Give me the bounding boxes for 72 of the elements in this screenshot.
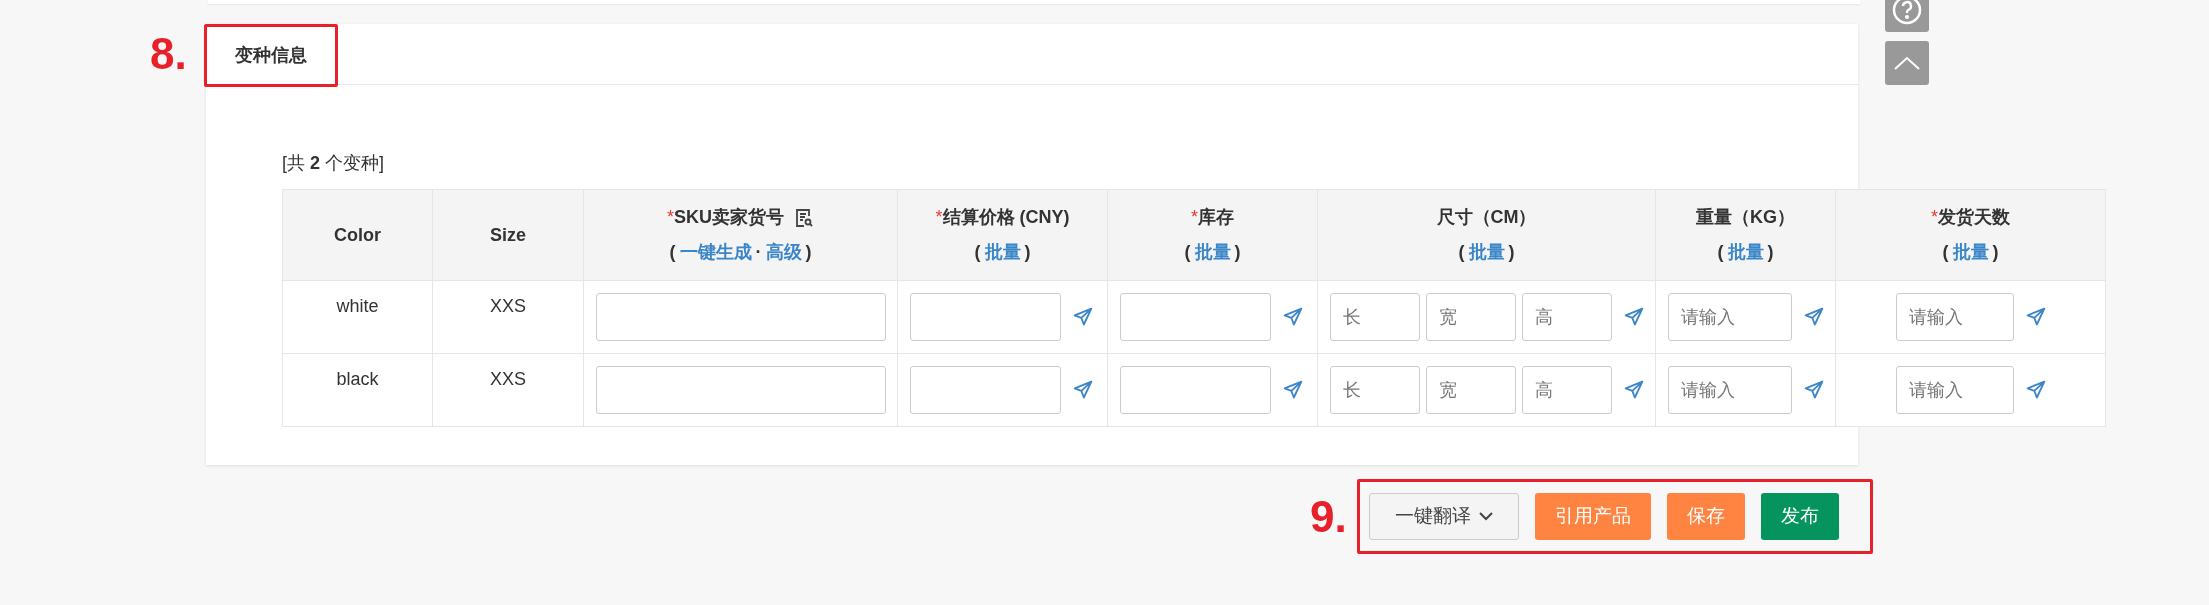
input-field[interactable]: 长 bbox=[1330, 293, 1420, 341]
send-icon[interactable] bbox=[1804, 380, 1824, 400]
bracket: ) bbox=[1767, 241, 1774, 264]
section-title: 变种信息 bbox=[204, 23, 338, 87]
column-header: *结算价格 (CNY) bbox=[935, 206, 1070, 229]
action-button[interactable]: 引用产品 bbox=[1535, 493, 1651, 540]
bracket: ( bbox=[1942, 241, 1949, 264]
document-search-icon[interactable] bbox=[794, 207, 814, 228]
header-link[interactable]: 批量 bbox=[1194, 239, 1231, 266]
header-link[interactable]: 批量 bbox=[1468, 239, 1505, 266]
variant-count: [共 2 个变种] bbox=[282, 153, 385, 173]
column-header: Color bbox=[334, 223, 381, 247]
help-icon bbox=[1891, 0, 1923, 26]
send-icon[interactable] bbox=[1283, 380, 1303, 400]
table-cell: XXS bbox=[490, 369, 526, 389]
column-header: Size bbox=[490, 223, 526, 247]
bracket: ( bbox=[1184, 241, 1191, 264]
header-link[interactable]: 批量 bbox=[1727, 239, 1764, 266]
send-icon[interactable] bbox=[1624, 307, 1644, 327]
column-header: 重量（KG） bbox=[1696, 206, 1795, 229]
translate-dropdown[interactable]: 一键翻译 bbox=[1369, 493, 1519, 540]
action-button[interactable]: 发布 bbox=[1761, 493, 1839, 540]
send-icon[interactable] bbox=[2025, 307, 2046, 327]
bracket: ) bbox=[1234, 241, 1241, 264]
input-field[interactable] bbox=[1120, 293, 1271, 341]
header-link[interactable]: 批量 bbox=[1952, 239, 1989, 266]
input-field[interactable] bbox=[910, 366, 1061, 414]
input-field[interactable]: 请输入 bbox=[1895, 293, 2014, 341]
bracket: ) bbox=[1992, 241, 1999, 264]
help-button[interactable] bbox=[1885, 0, 1929, 32]
bracket: ( bbox=[1717, 241, 1724, 264]
input-field[interactable]: 长 bbox=[1330, 366, 1420, 414]
send-icon[interactable] bbox=[1073, 307, 1093, 327]
annotation-number: 8. bbox=[150, 28, 188, 76]
bracket: ( bbox=[1458, 241, 1465, 264]
input-field[interactable]: 高 bbox=[1522, 366, 1612, 414]
input-field[interactable] bbox=[1120, 366, 1271, 414]
header-link[interactable]: 批量 bbox=[984, 239, 1021, 266]
column-header: *发货天数 bbox=[1931, 206, 2010, 229]
input-field[interactable] bbox=[596, 293, 886, 341]
input-field[interactable] bbox=[910, 293, 1061, 341]
input-field[interactable] bbox=[596, 366, 886, 414]
separator: · bbox=[755, 241, 762, 264]
input-field[interactable]: 请输入 bbox=[1668, 293, 1792, 341]
header-link[interactable]: 高级 bbox=[765, 239, 802, 266]
send-icon[interactable] bbox=[2025, 380, 2046, 400]
annotation-number: 9. bbox=[1310, 494, 1348, 539]
column-header: *库存 bbox=[1191, 206, 1234, 229]
bracket: ( bbox=[974, 241, 981, 264]
chevron-down-icon bbox=[1479, 512, 1493, 521]
input-field[interactable]: 高 bbox=[1522, 293, 1612, 341]
bracket: ) bbox=[1508, 241, 1515, 264]
input-field[interactable]: 宽 bbox=[1426, 293, 1516, 341]
action-button[interactable]: 保存 bbox=[1667, 493, 1745, 540]
send-icon[interactable] bbox=[1283, 307, 1303, 327]
input-field[interactable]: 请输入 bbox=[1668, 366, 1792, 414]
table-cell: XXS bbox=[490, 296, 526, 316]
input-field[interactable]: 宽 bbox=[1426, 366, 1516, 414]
bracket: ) bbox=[1024, 241, 1031, 264]
column-header: 尺寸（CM） bbox=[1436, 206, 1537, 229]
column-header: *SKU卖家货号 bbox=[667, 206, 784, 229]
bracket: ) bbox=[805, 241, 812, 264]
header-link[interactable]: 一键生成 bbox=[679, 239, 752, 266]
bracket: ( bbox=[669, 241, 676, 264]
table-cell: white bbox=[336, 296, 379, 316]
send-icon[interactable] bbox=[1624, 380, 1644, 400]
table-cell: black bbox=[336, 369, 379, 389]
input-field[interactable]: 请输入 bbox=[1895, 366, 2014, 414]
send-icon[interactable] bbox=[1804, 307, 1824, 327]
chevron-up-icon bbox=[1894, 56, 1920, 70]
send-icon[interactable] bbox=[1073, 380, 1093, 400]
scroll-top-button[interactable] bbox=[1885, 41, 1929, 85]
